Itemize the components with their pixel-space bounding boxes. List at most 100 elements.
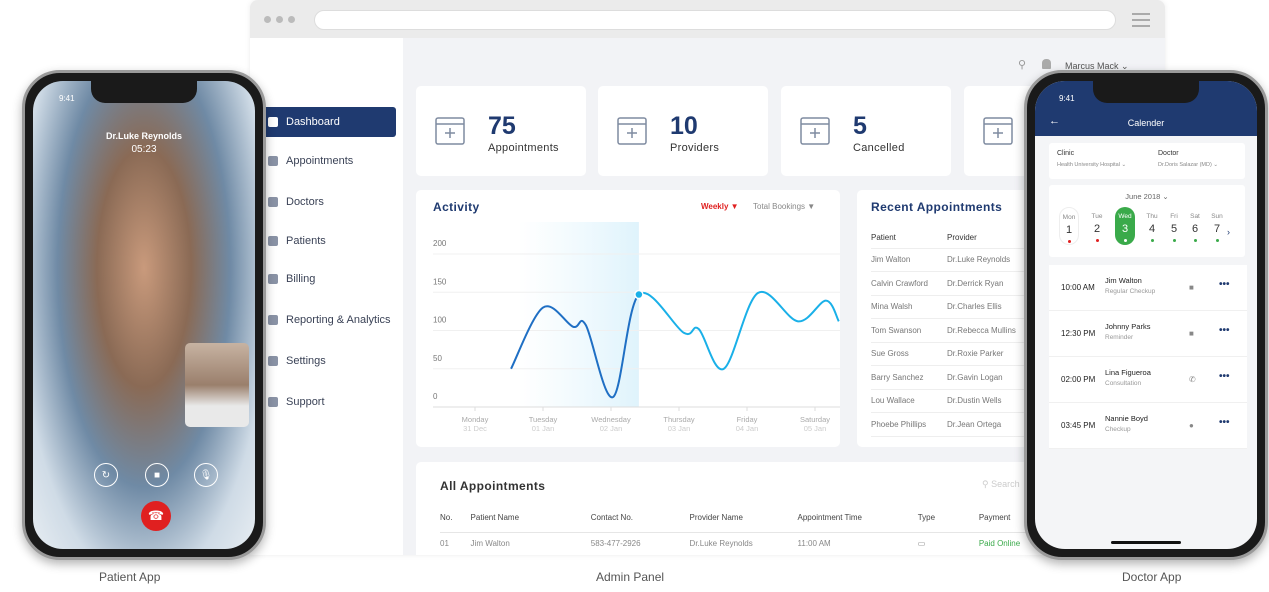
patient-name: Lina Figueroa (1105, 368, 1151, 377)
x-tick-label: Monday (462, 415, 489, 424)
sidebar-item-reporting-analytics[interactable]: Reporting & Analytics (260, 305, 396, 335)
appointment-item[interactable]: 02:00 PM Lina Figueroa Consultation ✆ ••• (1049, 357, 1247, 403)
clinic-label: Clinic (1057, 150, 1075, 157)
sidebar-item-billing[interactable]: Billing (260, 264, 396, 294)
recent-appointments-title: Recent Appointments (871, 200, 1003, 214)
home-indicator (1111, 541, 1181, 544)
availability-dot (1172, 239, 1176, 242)
clinic-select[interactable]: Health University Hospital ⌄ (1057, 162, 1126, 168)
mute-button[interactable]: 🎙 (194, 463, 218, 487)
appointment-type: Regular Checkup (1105, 288, 1156, 295)
appointment-type: Consultation (1105, 380, 1142, 387)
window-dot (264, 16, 271, 23)
sidebar-item-appointments[interactable]: Appointments (260, 146, 396, 176)
column-header: No. (440, 504, 471, 533)
appointment-time: 02:00 PM (1061, 375, 1096, 384)
stat-label: Providers (670, 142, 720, 154)
week-calendar: June 2018 ⌄ › Mon 1 Tue 2 Wed 3 Thu 4 Fri 5 Sat 6 Su… (1049, 185, 1245, 257)
hamburger-menu-icon[interactable] (1132, 13, 1150, 31)
stat-value: 75 (488, 112, 516, 140)
stat-value: 10 (670, 112, 698, 140)
more-options-icon[interactable]: ••• (1219, 279, 1230, 290)
sidebar-item-settings[interactable]: Settings (260, 346, 396, 376)
stat-card[interactable]: 10 Providers (598, 86, 768, 176)
video-toggle-button[interactable]: ■ (145, 463, 169, 487)
column-header: Appointment Time (797, 504, 918, 533)
stat-card[interactable]: 5 Cancelled (781, 86, 951, 176)
availability-dot (1123, 239, 1127, 242)
sidebar-item-icon (268, 397, 278, 407)
day-name: Mon (1062, 214, 1076, 221)
window-dot (276, 16, 283, 23)
end-call-button[interactable]: ☎ (141, 501, 171, 531)
switch-camera-button[interactable]: ↻ (94, 463, 118, 487)
status-time: 9:41 (1059, 94, 1075, 103)
more-options-icon[interactable]: ••• (1219, 417, 1230, 428)
next-week-icon[interactable]: › (1227, 227, 1230, 237)
stat-card[interactable]: 75 Appointments (416, 86, 586, 176)
day-mon[interactable]: Mon 1 (1059, 207, 1079, 245)
self-view-video[interactable] (185, 343, 249, 427)
sidebar-item-icon (268, 156, 278, 166)
appointment-item[interactable]: 12:30 PM Johnny Parks Reminder ■ ••• (1049, 311, 1247, 357)
table-row[interactable]: 01 Jim Walton 583-477-2926 Dr.Luke Reynolds… (440, 532, 1040, 554)
day-thu[interactable]: Thu 4 (1142, 207, 1162, 245)
appointment-time: 03:45 PM (1061, 421, 1096, 430)
x-tick-date: 05 Jan (804, 424, 827, 433)
y-tick-label: 100 (433, 316, 447, 325)
notch (91, 81, 197, 103)
sidebar-item-label: Appointments (286, 155, 354, 167)
all-appointments-title: All Appointments (440, 479, 546, 493)
screen-title: Calender (1127, 118, 1165, 128)
day-wed[interactable]: Wed 3 (1115, 207, 1135, 245)
column-header: Patient (871, 228, 947, 249)
doctor-app-caption: Doctor App (1122, 570, 1182, 584)
sidebar-item-doctors[interactable]: Doctors (260, 187, 396, 217)
appointment-item[interactable]: 03:45 PM Nannie Boyd Checkup ● ••• (1049, 403, 1247, 449)
patient-cell: Sue Gross (871, 342, 947, 366)
x-tick-label: Saturday (800, 415, 830, 424)
more-options-icon[interactable]: ••• (1219, 325, 1230, 336)
day-number: 3 (1121, 223, 1129, 235)
day-number: 2 (1093, 223, 1101, 235)
day-name: Thu (1146, 213, 1158, 220)
day-sat[interactable]: Sat 6 (1185, 207, 1205, 245)
activity-chart: 0 50 100 150 200 Monday31 Dec Tuesday01 Jan Wed… (433, 222, 840, 433)
sidebar-item-support[interactable]: Support (260, 387, 396, 417)
availability-dot (1215, 239, 1219, 242)
appointment-item[interactable]: 10:00 AM Jim Walton Regular Checkup ■ ••• (1049, 265, 1247, 311)
day-number: 6 (1191, 223, 1199, 235)
stat-label: Cancelled (853, 142, 905, 154)
sidebar-item-label: Doctors (286, 196, 324, 208)
availability-dot (1193, 239, 1197, 242)
filter-card: Clinic Health University Hospital ⌄ Doct… (1049, 143, 1245, 179)
day-name: Sat (1190, 213, 1200, 220)
x-tick-date: 04 Jan (736, 424, 759, 433)
month-selector[interactable]: June 2018 ⌄ (1049, 192, 1245, 201)
notch (1093, 81, 1199, 103)
sidebar-item-icon (268, 236, 278, 246)
sidebar-item-patients[interactable]: Patients (260, 226, 396, 256)
x-tick-date: 31 Dec (463, 424, 487, 433)
address-bar[interactable] (314, 10, 1116, 30)
sidebar-item-dashboard[interactable]: Dashboard (260, 107, 396, 137)
activity-card: Activity Weekly ▼ Total Bookings ▼ 0 50 10… (416, 190, 840, 447)
more-options-icon[interactable]: ••• (1219, 371, 1230, 382)
bell-icon[interactable] (1042, 59, 1051, 69)
video-icon: ■ (1189, 283, 1194, 292)
patient-name: Johnny Parks (1105, 322, 1151, 331)
day-number: 7 (1213, 223, 1221, 235)
y-tick-label: 0 (433, 392, 438, 401)
day-tue[interactable]: Tue 2 (1087, 207, 1107, 245)
day-sun[interactable]: Sun 7 (1207, 207, 1227, 245)
search-input[interactable]: ⚲ Search (982, 479, 1020, 490)
cell: 583-477-2926 (590, 538, 641, 548)
highlight-point[interactable] (634, 289, 644, 300)
doctor-select[interactable]: Dr.Doris Salazar (MD) ⌄ (1158, 162, 1218, 168)
sidebar-item-icon (268, 356, 278, 366)
day-fri[interactable]: Fri 5 (1164, 207, 1184, 245)
day-name: Fri (1170, 213, 1178, 220)
sidebar-item-icon (268, 197, 278, 207)
patient-app-caption: Patient App (99, 570, 161, 584)
search-icon[interactable]: ⚲ (1018, 58, 1026, 71)
